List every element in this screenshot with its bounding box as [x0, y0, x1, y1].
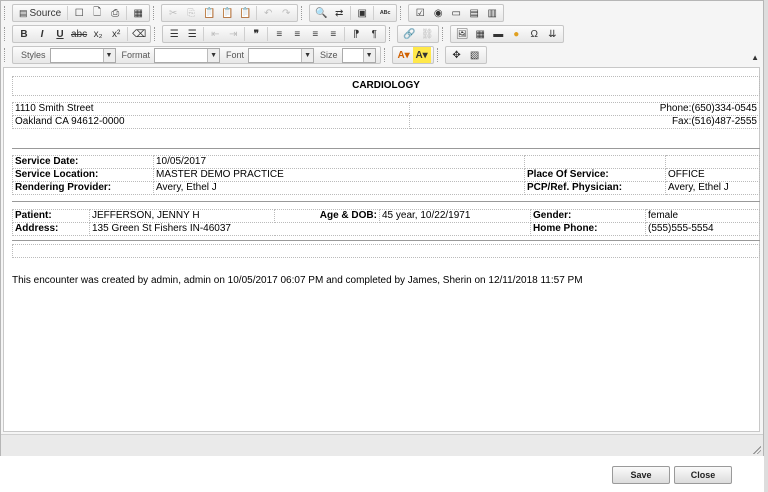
divider: [12, 240, 760, 241]
colors-group: A▾ A▾: [391, 46, 434, 64]
dialog-actions: Save Close: [612, 466, 732, 484]
ltr-icon[interactable]: ⁋: [347, 26, 365, 42]
select-all-icon[interactable]: ▣: [353, 5, 371, 21]
tools-group: ✥ ▧: [444, 46, 487, 64]
numbered-list-icon[interactable]: ☰: [165, 26, 183, 42]
chevron-down-icon: ▼: [102, 48, 115, 62]
phone-text: Phone:(650)334-0545: [409, 102, 760, 116]
window-edge: [764, 0, 768, 492]
align-right-icon[interactable]: ≡: [306, 26, 324, 42]
align-left-icon[interactable]: ≡: [270, 26, 288, 42]
toolbar-row-2: B I U abc x₂ x² ⌫ ☰ ☰ ⇤ ⇥ ❞ ≡ ≡ ≡ ≡ ⁋ ¶: [1, 24, 763, 44]
editor-status-bar: [1, 434, 763, 456]
radio-icon[interactable]: ◉: [429, 5, 447, 21]
align-center-icon[interactable]: ≡: [288, 26, 306, 42]
document-body: CARDIOLOGY 1110 Smith Street Phone:(650)…: [12, 76, 760, 129]
select-field-icon[interactable]: ▥: [483, 5, 501, 21]
justify-icon[interactable]: ≡: [324, 26, 342, 42]
special-char-icon[interactable]: Ω: [525, 26, 543, 42]
find-icon[interactable]: 🔍: [312, 5, 330, 21]
styles-combo[interactable]: ▼: [49, 47, 116, 63]
bg-color-icon[interactable]: A▾: [412, 47, 431, 63]
chevron-down-icon: ▼: [301, 48, 314, 62]
rtl-icon[interactable]: ¶: [365, 26, 383, 42]
remove-format-icon[interactable]: ⌫: [130, 26, 148, 42]
new-page-icon[interactable]: ☐: [70, 5, 88, 21]
replace-icon[interactable]: ⇄: [330, 5, 348, 21]
editor-content[interactable]: CARDIOLOGY 1110 Smith Street Phone:(650)…: [3, 67, 760, 432]
basic-styles-group: B I U abc x₂ x² ⌫: [12, 25, 152, 43]
smiley-icon[interactable]: ●: [507, 26, 525, 42]
source-button[interactable]: ▤ Source: [15, 5, 65, 21]
print-icon[interactable]: ⎙: [106, 5, 124, 21]
table-icon[interactable]: ▦: [471, 26, 489, 42]
editing-group: 🔍 ⇄ ▣ ᴬᴮᶜ: [309, 4, 398, 22]
indent-icon[interactable]: ⇥: [224, 26, 242, 42]
cut-icon[interactable]: ✂: [164, 5, 182, 21]
page-break-icon[interactable]: ⇊: [543, 26, 561, 42]
form-icon[interactable]: ☑: [411, 5, 429, 21]
address-line-2: Oakland CA 94612-0000: [12, 115, 410, 129]
paragraph-group: ☰ ☰ ⇤ ⇥ ❞ ≡ ≡ ≡ ≡ ⁋ ¶: [162, 25, 387, 43]
italic-icon[interactable]: I: [33, 26, 51, 42]
superscript-icon[interactable]: x²: [107, 26, 125, 42]
divider: [12, 148, 760, 149]
title-table: CARDIOLOGY: [12, 76, 760, 96]
preview-icon[interactable]: 🗋: [88, 5, 106, 21]
document-group: ▤ Source ☐ 🗋 ⎙ ▦: [12, 4, 151, 22]
bold-icon[interactable]: B: [15, 26, 33, 42]
horizontal-rule-icon[interactable]: ▬: [489, 26, 507, 42]
forms-group: ☑ ◉ ▭ ▤ ▥: [408, 4, 505, 22]
page-title: CARDIOLOGY: [12, 76, 760, 96]
subscript-icon[interactable]: x₂: [89, 26, 107, 42]
save-button[interactable]: Save: [612, 466, 670, 484]
link-icon[interactable]: 🔗: [400, 26, 418, 42]
font-combo[interactable]: ▼: [248, 47, 315, 63]
close-button[interactable]: Close: [674, 466, 732, 484]
unlink-icon[interactable]: ⛓: [418, 26, 436, 42]
encounter-footer: This encounter was created by admin, adm…: [12, 275, 583, 286]
collapse-toolbar-icon[interactable]: ▲: [751, 53, 759, 62]
toolbar-row-3: Styles ▼ Format ▼ Font ▼ Size ▼ A▾ A▾ ✥ …: [1, 45, 763, 65]
undo-icon[interactable]: ↶: [259, 5, 277, 21]
underline-icon[interactable]: U: [51, 26, 69, 42]
redo-icon[interactable]: ↷: [277, 5, 295, 21]
divider: [12, 201, 760, 202]
strikethrough-icon[interactable]: abc: [69, 26, 89, 42]
image-icon[interactable]: 🖼: [453, 26, 471, 42]
service-table: Service Date: 10/05/2017 Service Locatio…: [12, 155, 760, 195]
source-icon: ▤: [19, 7, 28, 18]
bulleted-list-icon[interactable]: ☰: [183, 26, 201, 42]
spellcheck-icon[interactable]: ᴬᴮᶜ: [376, 5, 394, 21]
text-color-icon[interactable]: A▾: [395, 47, 413, 63]
toolbar-row-1: ▤Source ☐ 🗋 ⎙ ▦ ✂ ⎘ 📋 📋 📋 ↶ ↷ 🔍 ⇄ ▣ ᴬᴮᶜ: [1, 3, 763, 23]
styles-group: Styles ▼ Format ▼ Font ▼ Size ▼: [12, 46, 381, 64]
paste-text-icon[interactable]: 📋: [218, 5, 236, 21]
maximize-icon[interactable]: ✥: [448, 47, 466, 63]
chevron-down-icon: ▼: [362, 48, 375, 62]
paste-word-icon[interactable]: 📋: [236, 5, 254, 21]
blockquote-icon[interactable]: ❞: [247, 26, 265, 42]
insert-group: 🖼 ▦ ▬ ● Ω ⇊: [450, 25, 565, 43]
show-blocks-icon[interactable]: ▧: [466, 47, 484, 63]
resize-handle[interactable]: [753, 446, 761, 454]
rich-text-editor: ▤Source ☐ 🗋 ⎙ ▦ ✂ ⎘ 📋 📋 📋 ↶ ↷ 🔍 ⇄ ▣ ᴬᴮᶜ: [0, 0, 764, 456]
practice-info-table: 1110 Smith Street Phone:(650)334-0545 Oa…: [12, 102, 760, 129]
links-group: 🔗 ⛓: [397, 25, 440, 43]
toolbar-grip: [4, 6, 8, 20]
textfield-icon[interactable]: ▭: [447, 5, 465, 21]
format-combo[interactable]: ▼: [154, 47, 221, 63]
size-combo[interactable]: ▼: [341, 47, 376, 63]
templates-icon[interactable]: ▦: [129, 5, 147, 21]
address-line-1: 1110 Smith Street: [12, 102, 410, 116]
fax-text: Fax:(516)487-2555: [409, 115, 760, 129]
chevron-down-icon: ▼: [207, 48, 220, 62]
outdent-icon[interactable]: ⇤: [206, 26, 224, 42]
textarea-icon[interactable]: ▤: [465, 5, 483, 21]
patient-table: Patient: JEFFERSON, JENNY H Age & DOB: 4…: [12, 209, 760, 236]
spacer-table: [12, 244, 760, 258]
paste-icon[interactable]: 📋: [200, 5, 218, 21]
copy-icon[interactable]: ⎘: [182, 5, 200, 21]
clipboard-group: ✂ ⎘ 📋 📋 📋 ↶ ↷: [161, 4, 299, 22]
